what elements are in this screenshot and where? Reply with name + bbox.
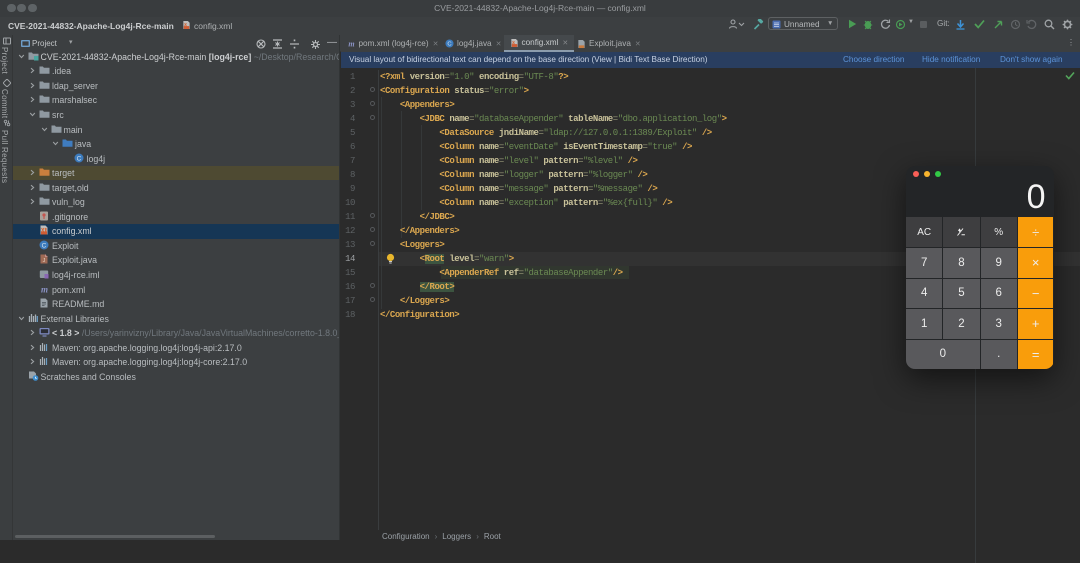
svg-text:m: m [41,284,48,294]
svg-text:m: m [348,40,354,49]
svg-text:C: C [76,155,81,162]
svg-text:C: C [447,42,451,48]
svg-text:J: J [43,258,46,264]
svg-text:C: C [42,242,47,249]
